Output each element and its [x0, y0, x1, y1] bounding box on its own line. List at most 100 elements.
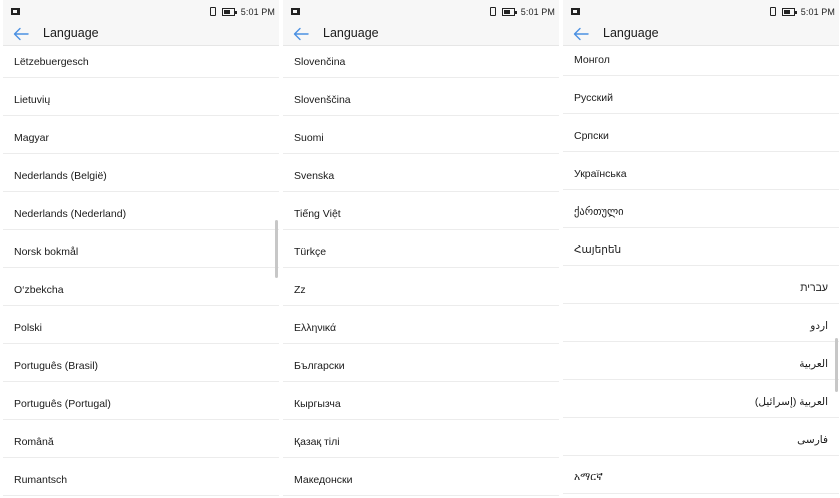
language-item[interactable]: Ελληνικά	[283, 306, 559, 344]
back-arrow-icon[interactable]	[292, 25, 310, 43]
language-label: O‘zbekcha	[14, 284, 64, 296]
language-label: Nederlands (Nederland)	[14, 208, 127, 220]
language-label: Suomi	[294, 132, 324, 144]
language-item[interactable]: فارسی	[563, 418, 839, 456]
language-label: Български	[294, 360, 345, 372]
language-item[interactable]: Tiếng Việt	[283, 192, 559, 230]
battery-icon	[781, 7, 797, 16]
language-item[interactable]: Српски	[563, 114, 839, 152]
language-item[interactable]: Română	[3, 420, 279, 458]
status-icons: 5:01 PM	[769, 5, 835, 18]
language-item[interactable]: Zz	[283, 268, 559, 306]
language-item[interactable]: Magyar	[3, 116, 279, 154]
language-label: Română	[14, 436, 54, 448]
language-label: Slovenščina	[294, 94, 351, 106]
scrollbar-thumb[interactable]	[835, 338, 838, 392]
language-label: Tiếng Việt	[294, 208, 341, 220]
language-label: اردو	[810, 320, 828, 332]
language-label: Magyar	[14, 132, 50, 144]
language-item[interactable]: Кыргызча	[283, 382, 559, 420]
language-label: فارسی	[797, 434, 828, 446]
language-item[interactable]: Rumantsch	[3, 458, 279, 496]
image-notification-icon	[571, 8, 580, 15]
language-label: עברית	[800, 282, 828, 294]
language-list[interactable]: Lëtzebuergesch Lietuvių Magyar Nederlands (…	[3, 46, 279, 498]
language-item[interactable]: العربية (إسرائيل)	[563, 380, 839, 418]
status-time: 5:01 PM	[800, 6, 835, 17]
language-item[interactable]: Русский	[563, 76, 839, 114]
language-item[interactable]: Português (Portugal)	[3, 382, 279, 420]
language-item[interactable]: Lietuvių	[3, 78, 279, 116]
language-label: Кыргызча	[294, 398, 341, 410]
language-item[interactable]: Български	[283, 344, 559, 382]
status-bar: 5:01 PM	[3, 0, 279, 22]
status-bar: 5:01 PM	[283, 0, 559, 22]
image-notification-icon	[291, 8, 300, 15]
back-arrow-icon[interactable]	[12, 25, 30, 43]
language-label: Polski	[14, 322, 43, 334]
language-item[interactable]: አማርኛ	[563, 456, 839, 494]
language-label: العربية	[799, 358, 828, 370]
language-item[interactable]: Қазақ тілі	[283, 420, 559, 458]
language-label: Հայերեն	[574, 244, 622, 256]
language-item[interactable]: ქართული	[563, 190, 839, 228]
language-item[interactable]: Lëtzebuergesch	[3, 46, 279, 78]
language-label: Српски	[574, 130, 609, 142]
app-bar: Language	[563, 22, 839, 46]
language-item[interactable]: اردو	[563, 304, 839, 342]
language-item[interactable]: Suomi	[283, 116, 559, 154]
language-label: ქართული	[574, 206, 624, 218]
battery-icon	[501, 7, 517, 16]
language-item[interactable]: Svenska	[283, 154, 559, 192]
language-item[interactable]: עברית	[563, 266, 839, 304]
language-label: Монгол	[574, 54, 610, 66]
page-title: Language	[323, 26, 379, 40]
language-label: العربية (إسرائيل)	[754, 396, 828, 408]
language-item[interactable]: Nederlands (België)	[3, 154, 279, 192]
language-item[interactable]: العربية	[563, 342, 839, 380]
status-time: 5:01 PM	[240, 6, 275, 17]
status-icons: 5:01 PM	[209, 5, 275, 18]
language-label: Қазақ тілі	[294, 436, 340, 448]
language-item[interactable]: Nederlands (Nederland)	[3, 192, 279, 230]
language-item[interactable]: Português (Brasil)	[3, 344, 279, 382]
language-screen-3: 5:01 PM Language Монгол Русский Српски Україн…	[563, 0, 839, 498]
language-label: Svenska	[294, 170, 335, 182]
language-label: Norsk bokmål	[14, 246, 79, 258]
back-arrow-icon[interactable]	[572, 25, 590, 43]
vibrate-icon	[769, 7, 776, 16]
language-label: Português (Portugal)	[14, 398, 111, 410]
app-bar: Language	[283, 22, 559, 46]
scrollbar-thumb[interactable]	[275, 220, 278, 278]
status-icons: 5:01 PM	[489, 5, 555, 18]
language-label: Македонски	[294, 474, 353, 486]
language-label: Lietuvių	[14, 94, 51, 106]
language-label: Ελληνικά	[294, 322, 337, 334]
vibrate-icon	[489, 7, 496, 16]
page-title: Language	[603, 26, 659, 40]
language-label: Zz	[294, 284, 306, 296]
language-item[interactable]: Монгол	[563, 46, 839, 76]
language-label: አማርኛ	[574, 471, 603, 483]
language-label: Português (Brasil)	[14, 360, 99, 372]
language-item[interactable]: O‘zbekcha	[3, 268, 279, 306]
language-screen-2: 5:01 PM Language Slovenčina Slovenščina Suom…	[283, 0, 559, 498]
language-item[interactable]: Հայերեն	[563, 228, 839, 266]
language-item[interactable]: Türkçe	[283, 230, 559, 268]
page-title: Language	[43, 26, 99, 40]
language-label: Slovenčina	[294, 56, 346, 68]
battery-icon	[221, 7, 237, 16]
vibrate-icon	[209, 7, 216, 16]
language-label: Rumantsch	[14, 474, 68, 486]
language-label: Türkçe	[294, 246, 327, 258]
app-bar: Language	[3, 22, 279, 46]
language-item[interactable]: Polski	[3, 306, 279, 344]
language-item[interactable]: Slovenčina	[283, 46, 559, 78]
language-list[interactable]: Slovenčina Slovenščina Suomi Svenska Tiếng V…	[283, 46, 559, 498]
language-item[interactable]: Norsk bokmål	[3, 230, 279, 268]
language-list[interactable]: Монгол Русский Српски Українська ქართული Հայե…	[563, 46, 839, 498]
status-time: 5:01 PM	[520, 6, 555, 17]
language-item[interactable]: Українська	[563, 152, 839, 190]
language-item[interactable]: Slovenščina	[283, 78, 559, 116]
language-item[interactable]: Македонски	[283, 458, 559, 496]
